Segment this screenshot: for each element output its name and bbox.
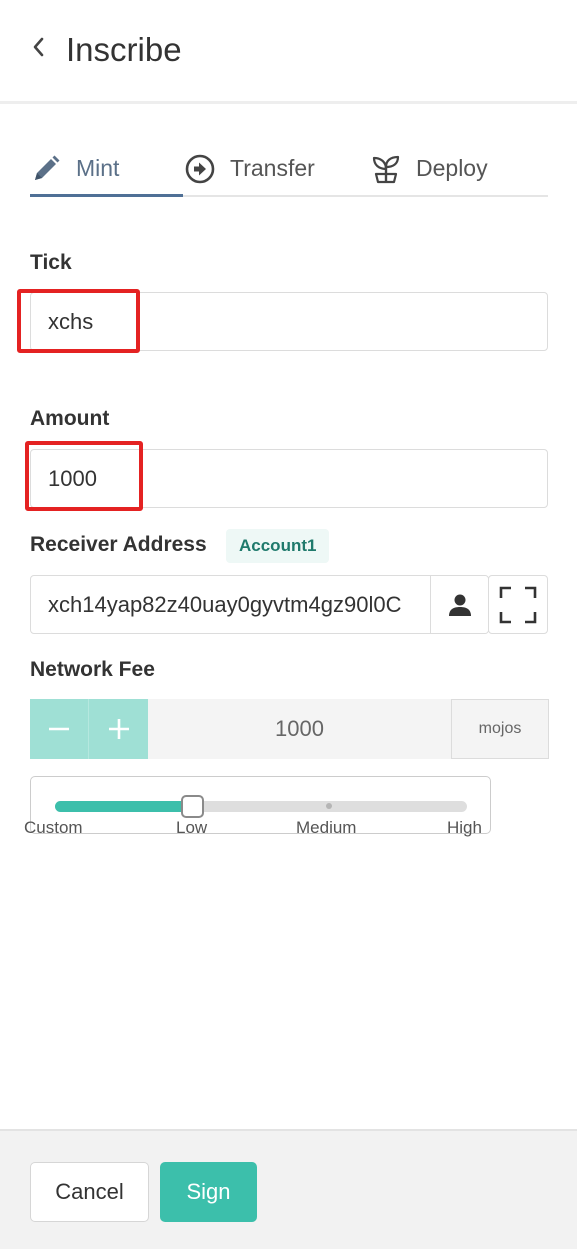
footer: Cancel Sign <box>0 1129 577 1249</box>
person-icon <box>448 594 471 616</box>
tab-deploy[interactable]: Deploy <box>370 140 488 197</box>
slider-mark-medium[interactable]: Medium <box>296 818 356 838</box>
tick-label: Tick <box>30 251 72 274</box>
chevron-left-icon <box>33 37 44 57</box>
tick-input[interactable] <box>30 292 548 351</box>
inscribe-page: Inscribe Mint Transfer Deploy Tick xchs … <box>0 0 577 1249</box>
minus-icon <box>49 727 69 731</box>
slider-track <box>55 801 193 812</box>
amount-label: Amount <box>30 407 110 430</box>
tab-transfer-label: Transfer <box>230 155 315 181</box>
sprout-icon <box>370 153 402 185</box>
receiver-address-input[interactable]: xch14yap82z40uay0gyvtm4gz90l0C <box>31 576 430 633</box>
receiver-address-label: Receiver Address <box>30 533 207 556</box>
back-button[interactable] <box>30 36 48 58</box>
receiver-address-group: xch14yap82z40uay0gyvtm4gz90l0C <box>30 575 489 634</box>
amount-input[interactable] <box>30 449 548 508</box>
account-badge: Account1 <box>226 529 330 563</box>
contacts-button[interactable] <box>430 576 488 633</box>
network-fee-stepper: 1000 mojos <box>30 699 549 759</box>
fee-increase-button[interactable] <box>89 699 148 759</box>
fee-value-input[interactable]: 1000 <box>148 699 451 759</box>
pencil-icon <box>30 153 62 185</box>
plus-icon <box>108 719 129 739</box>
tab-mint-label: Mint <box>76 155 120 181</box>
header: Inscribe <box>0 0 577 104</box>
cancel-button[interactable]: Cancel <box>30 1162 149 1222</box>
arrow-right-circle-icon <box>184 153 216 185</box>
tab-transfer[interactable]: Transfer <box>184 140 315 197</box>
scan-qr-button[interactable] <box>488 575 548 634</box>
slider-handle[interactable] <box>181 795 205 818</box>
fee-slider[interactable] <box>30 776 491 834</box>
scan-icon <box>499 586 537 623</box>
active-tab-indicator <box>30 194 183 197</box>
slider-mark-dot <box>326 803 332 809</box>
slider-mark-custom[interactable]: Custom <box>24 818 83 838</box>
slider-mark-high[interactable]: High <box>447 818 482 838</box>
fee-decrease-button[interactable] <box>30 699 89 759</box>
slider-mark-low[interactable]: Low <box>176 818 207 838</box>
fee-unit-label: mojos <box>451 699 549 759</box>
sign-button[interactable]: Sign <box>160 1162 257 1222</box>
tab-mint[interactable]: Mint <box>30 140 183 197</box>
tab-deploy-label: Deploy <box>416 155 488 181</box>
page-title: Inscribe <box>66 31 182 68</box>
network-fee-label: Network Fee <box>30 658 155 681</box>
